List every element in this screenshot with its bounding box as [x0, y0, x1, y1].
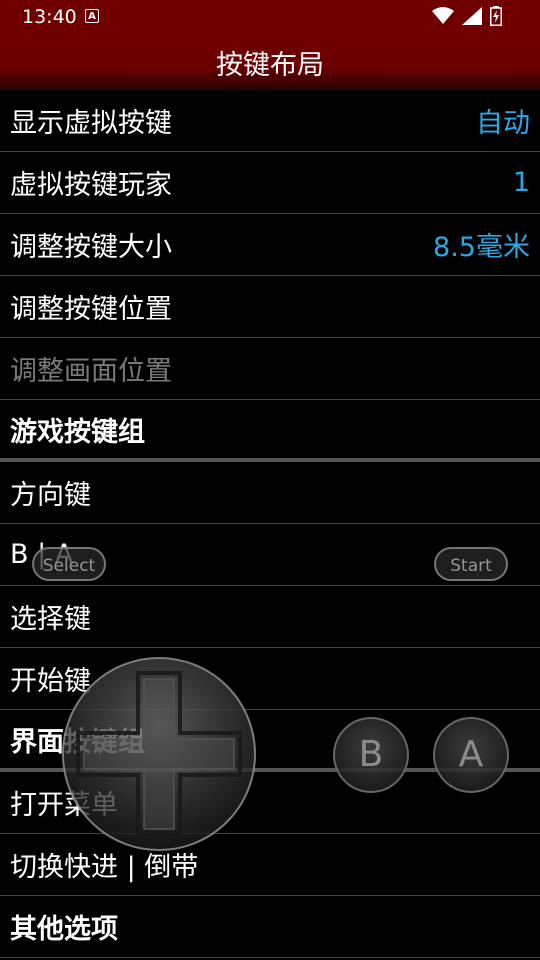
setting-select-key[interactable]: 选择键 [0, 586, 540, 648]
setting-label: 调整画面位置 [10, 356, 172, 387]
title-bar: 按键布局 [0, 34, 540, 90]
battery-charging-icon [490, 6, 502, 26]
status-bar: 13:40 A [0, 0, 540, 34]
setting-value: 8.5毫米 [433, 232, 530, 263]
setting-virtual-key-player[interactable]: 虚拟按键玩家 1 [0, 152, 540, 214]
start-button[interactable]: Start [434, 547, 508, 581]
wifi-icon [432, 7, 454, 24]
setting-label: 选择键 [10, 604, 91, 635]
page-title: 按键布局 [216, 49, 324, 81]
setting-key-position[interactable]: 调整按键位置 [0, 276, 540, 338]
setting-label: 显示虚拟按键 [10, 108, 172, 139]
setting-value: 1 [512, 167, 530, 198]
status-time: 13:40 [22, 6, 77, 28]
section-header-game-keys: 游戏按键组 [0, 400, 540, 462]
section-title: 其他选项 [10, 914, 118, 945]
setting-label: 方向键 [10, 480, 91, 511]
setting-key-size[interactable]: 调整按键大小 8.5毫米 [0, 214, 540, 276]
setting-value: 自动 [476, 108, 530, 139]
setting-label: 虚拟按键玩家 [10, 170, 172, 201]
setting-screen-position: 调整画面位置 [0, 338, 540, 400]
status-icons [432, 6, 502, 26]
section-title: 游戏按键组 [10, 416, 145, 448]
signal-icon [462, 7, 482, 25]
setting-show-virtual-keys[interactable]: 显示虚拟按键 自动 [0, 90, 540, 152]
select-button[interactable]: Select [32, 547, 106, 581]
setting-dpad[interactable]: 方向键 [0, 462, 540, 524]
setting-label: 调整按键大小 [10, 232, 172, 263]
notification-icon: A [85, 9, 99, 23]
a-button[interactable]: A [433, 717, 509, 793]
dpad[interactable] [60, 655, 258, 853]
section-header-other-options: 其他选项 [0, 896, 540, 958]
setting-label: 调整按键位置 [10, 294, 172, 325]
b-button[interactable]: B [333, 717, 409, 793]
